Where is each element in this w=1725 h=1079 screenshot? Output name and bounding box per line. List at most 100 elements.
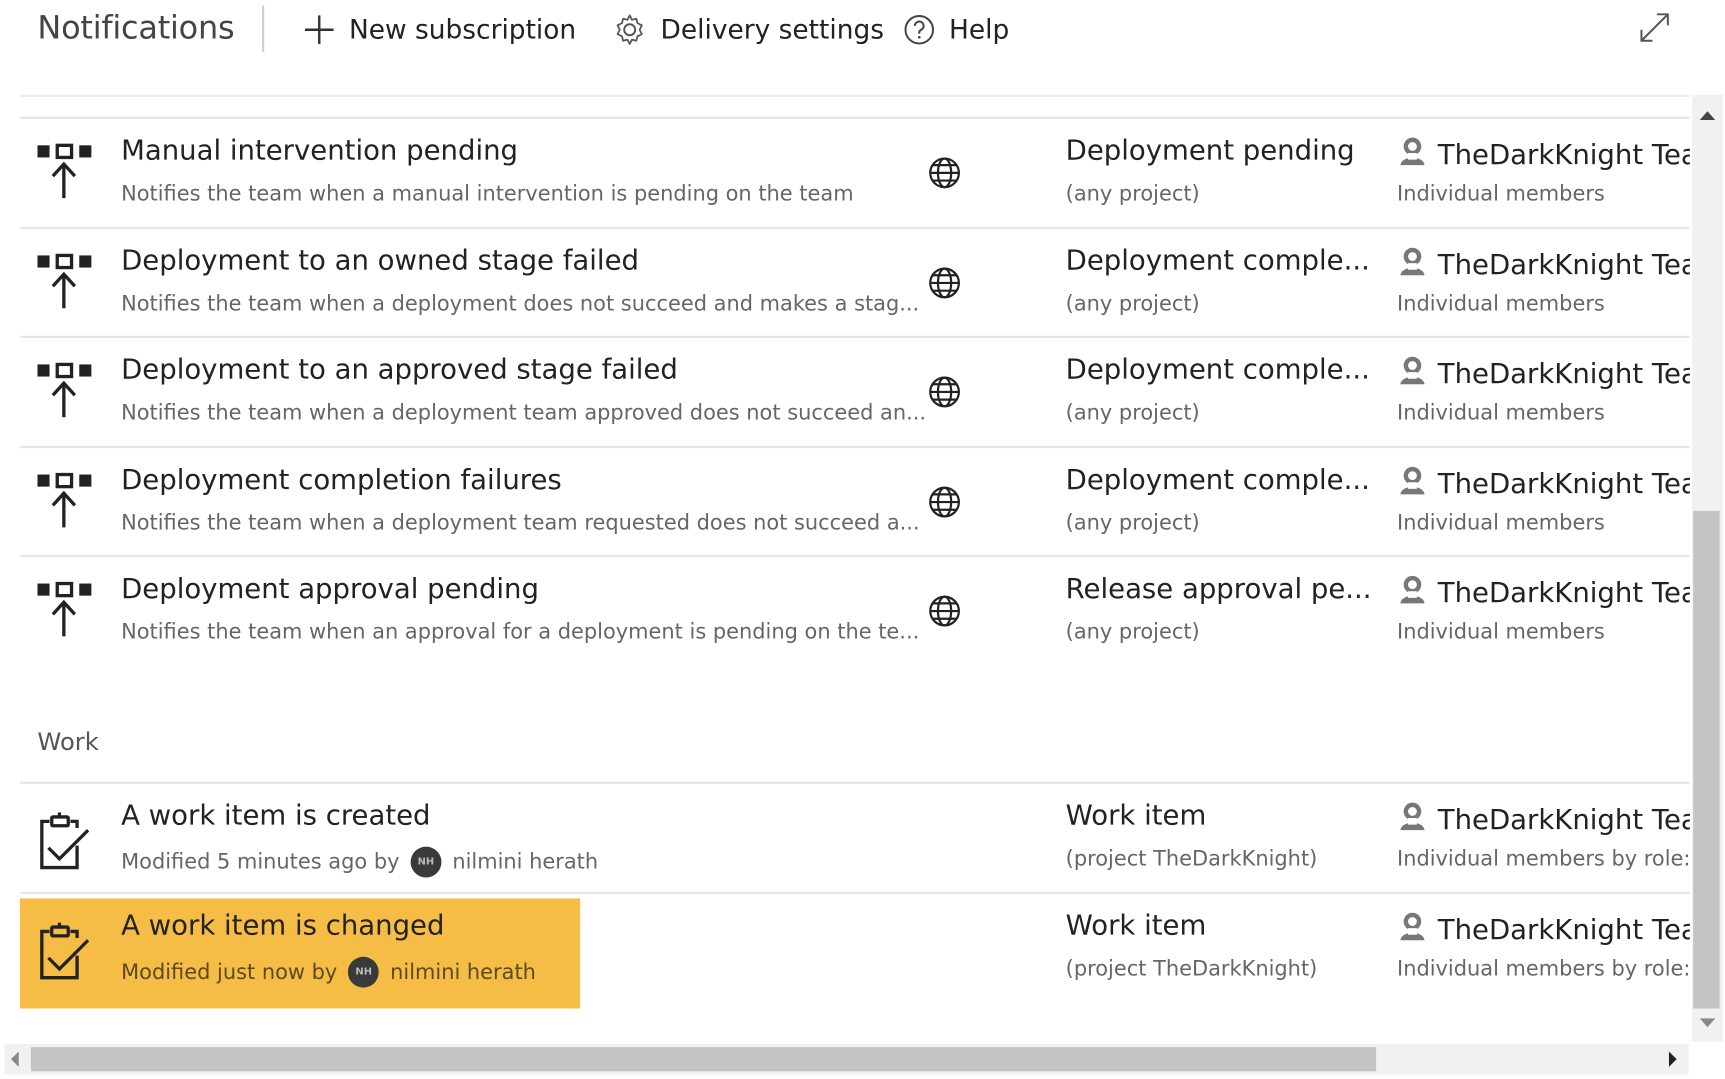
team-icon: [1396, 909, 1429, 949]
globe-icon: [926, 154, 963, 196]
globe-icon: [926, 592, 963, 634]
team-icon: [1396, 353, 1429, 393]
help-button[interactable]: Help: [903, 11, 1009, 48]
subscription-row[interactable]: A work item is created Modified 5 minute…: [19, 781, 1690, 892]
team-icon: [1396, 573, 1429, 613]
delivery-target: Individual members: [1397, 181, 1605, 206]
event-scope: (project TheDarkKnight): [1065, 956, 1318, 981]
delivery-settings-label: Delivery settings: [660, 14, 884, 46]
gear-icon: [612, 12, 647, 47]
delivery-settings-button[interactable]: Delivery settings: [612, 11, 884, 48]
event-type: Deployment pending: [1065, 134, 1355, 167]
globe-icon: [926, 373, 963, 415]
subscription-title: A work item is created: [121, 799, 431, 832]
event-scope: (project TheDarkKnight): [1065, 846, 1318, 871]
delivery-target: Individual members: [1397, 291, 1605, 316]
scroll-up-arrow-icon[interactable]: [1698, 106, 1718, 127]
subscriber: TheDarkKnight Tea: [1396, 909, 1690, 949]
author-name: nilmini herath: [452, 849, 599, 875]
subscription-description: Notifies the team when a deployment does…: [121, 291, 920, 316]
notifications-page: Notifications New subscription Delivery …: [0, 0, 1725, 1079]
event-type: Deployment comple...: [1065, 244, 1370, 277]
globe-icon: [926, 264, 963, 306]
subscriber-name: TheDarkKnight Tea: [1437, 913, 1690, 946]
subscription-description: Notifies the team when a deployment team…: [121, 400, 927, 425]
subscriber-name: TheDarkKnight Tea: [1437, 357, 1690, 390]
subscriber-name: TheDarkKnight Tea: [1437, 576, 1690, 609]
horizontal-scroll-thumb[interactable]: [30, 1047, 1377, 1072]
subscription-row[interactable]: Deployment approval pending Notifies the…: [19, 554, 1690, 665]
release-pipeline-icon: [37, 472, 94, 534]
delivery-target: Individual members by role:: [1397, 846, 1690, 871]
scroll-left-arrow-icon[interactable]: [7, 1049, 22, 1073]
event-type: Work item: [1065, 909, 1207, 942]
subscriber: TheDarkKnight Tea: [1396, 464, 1690, 504]
release-pipeline-icon: [37, 581, 94, 643]
avatar: NH: [348, 956, 380, 988]
subscriber-name: TheDarkKnight Tea: [1437, 467, 1690, 500]
subscription-description: Notifies the team when a manual interven…: [121, 181, 854, 206]
section-header-work: Work: [37, 728, 99, 757]
subscription-row[interactable]: Deployment to an owned stage failed Noti…: [19, 226, 1690, 337]
subscription-title: Deployment completion failures: [121, 463, 562, 496]
page-title: Notifications: [37, 8, 235, 47]
subscription-description: Notifies the team when a deployment team…: [121, 510, 920, 536]
subscription-title: A work item is changed: [121, 909, 445, 942]
modified-text: Modified just now by: [121, 960, 338, 985]
expand-icon[interactable]: [1636, 9, 1673, 51]
team-icon: [1396, 134, 1429, 174]
plus-icon: [303, 13, 336, 46]
toolbar-divider: [262, 5, 265, 52]
event-type: Deployment comple...: [1065, 353, 1370, 386]
toolbar: Notifications New subscription Delivery …: [0, 0, 1725, 62]
subscription-modified: Modified just now by NH nilmini herath: [121, 956, 536, 988]
subscriber: TheDarkKnight Tea: [1396, 134, 1690, 174]
subscriptions-grid: Manual intervention pending Notifies the…: [19, 94, 1690, 1029]
delivery-target: Individual members: [1397, 619, 1605, 645]
subscriber: TheDarkKnight Tea: [1396, 573, 1690, 613]
subscriber-name: TheDarkKnight Tea: [1437, 803, 1690, 836]
delivery-target: Individual members by role:: [1397, 956, 1690, 981]
event-type: Work item: [1065, 799, 1207, 832]
subscriber: TheDarkKnight Tea: [1396, 244, 1690, 284]
subscriber: TheDarkKnight Tea: [1396, 799, 1690, 839]
delivery-target: Individual members: [1397, 400, 1605, 425]
work-item-clipboard-icon: [37, 922, 92, 985]
header-divider: [19, 94, 1690, 97]
subscriber-name: TheDarkKnight Tea: [1437, 138, 1690, 171]
event-scope: (any project): [1065, 510, 1200, 536]
work-item-clipboard-icon: [37, 812, 92, 875]
team-icon: [1396, 464, 1429, 504]
author-name: nilmini herath: [390, 960, 536, 985]
subscription-modified: Modified 5 minutes ago by NH nilmini her…: [121, 846, 599, 878]
subscription-row[interactable]: Manual intervention pending Notifies the…: [19, 116, 1690, 227]
modified-text: Modified 5 minutes ago by: [121, 849, 400, 875]
subscription-row-selected[interactable]: A work item is changed Modified just now…: [19, 891, 1690, 1009]
subscription-row[interactable]: Deployment completion failures Notifies …: [19, 445, 1690, 556]
event-scope: (any project): [1065, 400, 1200, 425]
team-icon: [1396, 244, 1429, 284]
subscription-title: Deployment approval pending: [121, 572, 539, 605]
avatar: NH: [410, 846, 442, 878]
subscription-title: Deployment to an approved stage failed: [121, 353, 678, 386]
new-subscription-label: New subscription: [348, 14, 577, 46]
subscriber-name: TheDarkKnight Tea: [1437, 248, 1690, 281]
event-scope: (any project): [1065, 181, 1200, 206]
subscription-title: Manual intervention pending: [121, 134, 519, 167]
globe-icon: [926, 483, 963, 525]
vertical-scroll-thumb[interactable]: [1693, 510, 1720, 1009]
team-icon: [1396, 799, 1429, 839]
help-icon: [903, 13, 936, 46]
subscription-row[interactable]: Deployment to an approved stage failed N…: [19, 335, 1690, 446]
event-type: Deployment comple...: [1065, 463, 1370, 496]
help-label: Help: [948, 14, 1010, 46]
event-type: Release approval pe...: [1065, 572, 1372, 605]
subscription-description: Notifies the team when an approval for a…: [121, 619, 920, 645]
subscriber: TheDarkKnight Tea: [1396, 353, 1690, 393]
subscription-title: Deployment to an owned stage failed: [121, 244, 639, 277]
new-subscription-button[interactable]: New subscription: [303, 11, 576, 48]
scroll-down-arrow-icon[interactable]: [1698, 1015, 1718, 1036]
event-scope: (any project): [1065, 619, 1200, 645]
scroll-right-arrow-icon[interactable]: [1666, 1049, 1681, 1073]
delivery-target: Individual members: [1397, 510, 1605, 536]
